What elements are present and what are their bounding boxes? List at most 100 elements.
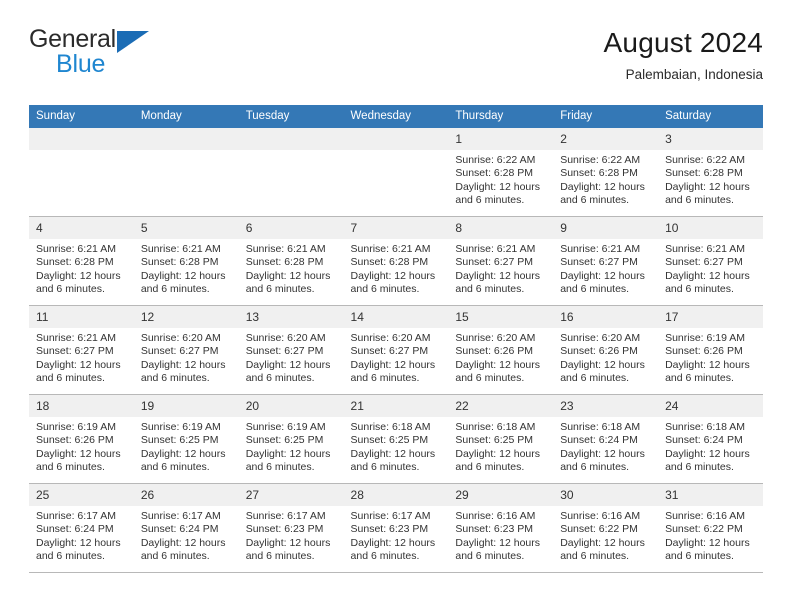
daylight-text-line1: Daylight: 12 hours bbox=[245, 269, 331, 282]
day-details: Sunrise: 6:21 AM Sunset: 6:27 PM Daylight:… bbox=[658, 239, 763, 297]
sunrise-text: Sunrise: 6:21 AM bbox=[36, 243, 116, 255]
calendar-cell-day-12[interactable]: 12 Sunrise: 6:20 AM Sunset: 6:27 PM Dayligh… bbox=[133, 305, 239, 395]
day-details: Sunrise: 6:17 AM Sunset: 6:23 PM Daylight:… bbox=[239, 506, 344, 564]
calendar-cell-day-2[interactable]: 2 Sunrise: 6:22 AM Sunset: 6:28 PM Daylight… bbox=[553, 128, 659, 217]
calendar-cell-day-9[interactable]: 9 Sunrise: 6:21 AM Sunset: 6:27 PM Daylight… bbox=[553, 216, 659, 306]
brand-logo[interactable]: General Blue bbox=[29, 26, 289, 88]
calendar-cell-day-20[interactable]: 20 Sunrise: 6:19 AM Sunset: 6:25 PM Dayligh… bbox=[238, 394, 344, 484]
sunset-text: Sunset: 6:26 PM bbox=[36, 434, 114, 447]
sunset-text: Sunset: 6:27 PM bbox=[36, 345, 114, 358]
day-number: 6 bbox=[238, 217, 344, 239]
daylight-text-line1: Daylight: 12 hours bbox=[350, 269, 436, 282]
calendar-cell-day-10[interactable]: 10 Sunrise: 6:21 AM Sunset: 6:27 PM Dayligh… bbox=[658, 216, 763, 306]
calendar-cell-day-28[interactable]: 28 Sunrise: 6:17 AM Sunset: 6:23 PM Dayligh… bbox=[343, 483, 449, 573]
day-cell: 13 Sunrise: 6:20 AM Sunset: 6:27 PM Dayligh… bbox=[238, 306, 344, 394]
daylight-text-line1: Daylight: 12 hours bbox=[560, 269, 645, 282]
daylight-text-line2: and 6 minutes. bbox=[350, 461, 420, 474]
day-cell: 16 Sunrise: 6:20 AM Sunset: 6:26 PM Dayligh… bbox=[553, 306, 659, 394]
day-cell: 1 Sunrise: 6:22 AM Sunset: 6:28 PM Daylight… bbox=[448, 128, 554, 216]
daylight-text-line2: and 6 minutes. bbox=[245, 372, 315, 385]
day-number: 29 bbox=[448, 484, 554, 506]
day-details: Sunrise: 6:18 AM Sunset: 6:25 PM Daylight:… bbox=[344, 417, 449, 475]
sunset-text: Sunset: 6:25 PM bbox=[140, 434, 219, 447]
day-cell: 2 Sunrise: 6:22 AM Sunset: 6:28 PM Daylight… bbox=[553, 128, 659, 216]
weekday-header-saturday: Saturday bbox=[658, 105, 763, 128]
day-details: Sunrise: 6:22 AM Sunset: 6:28 PM Daylight:… bbox=[553, 150, 658, 208]
calendar-cell-day-18[interactable]: 18 Sunrise: 6:19 AM Sunset: 6:26 PM Dayligh… bbox=[29, 394, 134, 484]
calendar-cell-day-17[interactable]: 17 Sunrise: 6:19 AM Sunset: 6:26 PM Dayligh… bbox=[658, 305, 763, 395]
sunrise-text: Sunrise: 6:17 AM bbox=[245, 510, 326, 522]
day-number: 14 bbox=[343, 306, 449, 328]
sunrise-text: Sunrise: 6:21 AM bbox=[245, 243, 326, 255]
calendar-week-row: 1 Sunrise: 6:22 AM Sunset: 6:28 PM Daylight… bbox=[29, 128, 763, 217]
calendar-cell-day-27[interactable]: 27 Sunrise: 6:17 AM Sunset: 6:23 PM Dayligh… bbox=[238, 483, 344, 573]
day-cell: 28 Sunrise: 6:17 AM Sunset: 6:23 PM Dayligh… bbox=[343, 484, 449, 572]
sunset-text: Sunset: 6:27 PM bbox=[560, 256, 638, 269]
day-cell: 19 Sunrise: 6:19 AM Sunset: 6:25 PM Dayligh… bbox=[133, 395, 239, 483]
day-details: Sunrise: 6:19 AM Sunset: 6:25 PM Daylight:… bbox=[134, 417, 239, 475]
day-number: 21 bbox=[343, 395, 449, 417]
calendar-cell-day-11[interactable]: 11 Sunrise: 6:21 AM Sunset: 6:27 PM Dayligh… bbox=[29, 305, 134, 395]
day-details: Sunrise: 6:21 AM Sunset: 6:27 PM Daylight:… bbox=[553, 239, 658, 297]
day-cell: 22 Sunrise: 6:18 AM Sunset: 6:25 PM Dayligh… bbox=[448, 395, 554, 483]
calendar-cell-day-14[interactable]: 14 Sunrise: 6:20 AM Sunset: 6:27 PM Dayligh… bbox=[343, 305, 449, 395]
sunrise-text: Sunrise: 6:17 AM bbox=[350, 510, 431, 522]
calendar-cell-day-15[interactable]: 15 Sunrise: 6:20 AM Sunset: 6:26 PM Dayligh… bbox=[448, 305, 554, 395]
daylight-text-line1: Daylight: 12 hours bbox=[665, 180, 750, 193]
calendar-cell-day-22[interactable]: 22 Sunrise: 6:18 AM Sunset: 6:25 PM Dayligh… bbox=[448, 394, 554, 484]
blue-triangle-icon bbox=[116, 31, 149, 53]
calendar-cell-day-3[interactable]: 3 Sunrise: 6:22 AM Sunset: 6:28 PM Daylight… bbox=[658, 128, 763, 217]
calendar-cell-day-5[interactable]: 5 Sunrise: 6:21 AM Sunset: 6:28 PM Daylight… bbox=[133, 216, 239, 306]
calendar-cell-day-24[interactable]: 24 Sunrise: 6:18 AM Sunset: 6:24 PM Dayligh… bbox=[658, 394, 763, 484]
calendar-cell-day-23[interactable]: 23 Sunrise: 6:18 AM Sunset: 6:24 PM Dayligh… bbox=[553, 394, 659, 484]
day-details: Sunrise: 6:21 AM Sunset: 6:27 PM Daylight:… bbox=[29, 328, 134, 386]
calendar-cell-day-30[interactable]: 30 Sunrise: 6:16 AM Sunset: 6:22 PM Dayligh… bbox=[553, 483, 659, 573]
calendar-cell-day-6[interactable]: 6 Sunrise: 6:21 AM Sunset: 6:28 PM Daylight… bbox=[238, 216, 344, 306]
sunset-text: Sunset: 6:27 PM bbox=[140, 345, 219, 358]
calendar-cell-day-19[interactable]: 19 Sunrise: 6:19 AM Sunset: 6:25 PM Dayligh… bbox=[133, 394, 239, 484]
calendar-cell-day-13[interactable]: 13 Sunrise: 6:20 AM Sunset: 6:27 PM Dayligh… bbox=[238, 305, 344, 395]
day-cell: 25 Sunrise: 6:17 AM Sunset: 6:24 PM Dayligh… bbox=[29, 484, 134, 572]
day-details: Sunrise: 6:17 AM Sunset: 6:24 PM Daylight:… bbox=[29, 506, 134, 564]
daylight-text-line2: and 6 minutes. bbox=[36, 461, 105, 474]
day-cell: 30 Sunrise: 6:16 AM Sunset: 6:22 PM Dayligh… bbox=[553, 484, 659, 572]
daylight-text-line1: Daylight: 12 hours bbox=[560, 447, 645, 460]
calendar-cell-day-26[interactable]: 26 Sunrise: 6:17 AM Sunset: 6:24 PM Dayligh… bbox=[133, 483, 239, 573]
daylight-text-line1: Daylight: 12 hours bbox=[665, 536, 750, 549]
sunset-text: Sunset: 6:28 PM bbox=[665, 167, 743, 180]
sunset-text: Sunset: 6:28 PM bbox=[245, 256, 324, 269]
day-cell: 14 Sunrise: 6:20 AM Sunset: 6:27 PM Dayligh… bbox=[343, 306, 449, 394]
day-number: 1 bbox=[448, 128, 554, 150]
calendar-cell-day-8[interactable]: 8 Sunrise: 6:21 AM Sunset: 6:27 PM Daylight… bbox=[448, 216, 554, 306]
calendar-body: 1 Sunrise: 6:22 AM Sunset: 6:28 PM Daylight… bbox=[29, 128, 763, 573]
sunset-text: Sunset: 6:27 PM bbox=[350, 345, 429, 358]
sunset-text: Sunset: 6:24 PM bbox=[140, 523, 219, 536]
sunrise-text: Sunrise: 6:18 AM bbox=[350, 421, 431, 433]
calendar-week-row: 11 Sunrise: 6:21 AM Sunset: 6:27 PM Dayligh… bbox=[29, 305, 763, 395]
calendar-table: Sunday Monday Tuesday Wednesday Thursday Frid… bbox=[29, 105, 763, 573]
calendar-cell-day-1[interactable]: 1 Sunrise: 6:22 AM Sunset: 6:28 PM Daylight… bbox=[448, 128, 554, 217]
calendar-cell-day-21[interactable]: 21 Sunrise: 6:18 AM Sunset: 6:25 PM Dayligh… bbox=[343, 394, 449, 484]
calendar-cell-day-4[interactable]: 4 Sunrise: 6:21 AM Sunset: 6:28 PM Daylight… bbox=[29, 216, 134, 306]
daylight-text-line2: and 6 minutes. bbox=[455, 194, 525, 207]
daylight-text-line1: Daylight: 12 hours bbox=[140, 447, 226, 460]
day-cell bbox=[29, 128, 134, 216]
sunset-text: Sunset: 6:23 PM bbox=[350, 523, 429, 536]
sunset-text: Sunset: 6:25 PM bbox=[455, 434, 534, 447]
calendar-cell-day-25[interactable]: 25 Sunrise: 6:17 AM Sunset: 6:24 PM Dayligh… bbox=[29, 483, 134, 573]
calendar-cell-day-7[interactable]: 7 Sunrise: 6:21 AM Sunset: 6:28 PM Daylight… bbox=[343, 216, 449, 306]
weekday-header-tuesday: Tuesday bbox=[238, 105, 344, 128]
daylight-text-line2: and 6 minutes. bbox=[140, 550, 210, 563]
day-number: 11 bbox=[29, 306, 134, 328]
calendar-cell-day-31[interactable]: 31 Sunrise: 6:16 AM Sunset: 6:22 PM Dayligh… bbox=[658, 483, 763, 573]
day-details: Sunrise: 6:16 AM Sunset: 6:22 PM Daylight:… bbox=[658, 506, 763, 564]
sunrise-text: Sunrise: 6:19 AM bbox=[140, 421, 221, 433]
calendar-cell-day-16[interactable]: 16 Sunrise: 6:20 AM Sunset: 6:26 PM Dayligh… bbox=[553, 305, 659, 395]
day-cell bbox=[343, 128, 449, 216]
daylight-text-line1: Daylight: 12 hours bbox=[350, 447, 436, 460]
daylight-text-line1: Daylight: 12 hours bbox=[140, 536, 226, 549]
day-number: 3 bbox=[658, 128, 763, 150]
day-details: Sunrise: 6:18 AM Sunset: 6:24 PM Daylight:… bbox=[658, 417, 763, 475]
day-cell: 7 Sunrise: 6:21 AM Sunset: 6:28 PM Daylight… bbox=[343, 217, 449, 305]
calendar-cell-day-29[interactable]: 29 Sunrise: 6:16 AM Sunset: 6:23 PM Dayligh… bbox=[448, 483, 554, 573]
